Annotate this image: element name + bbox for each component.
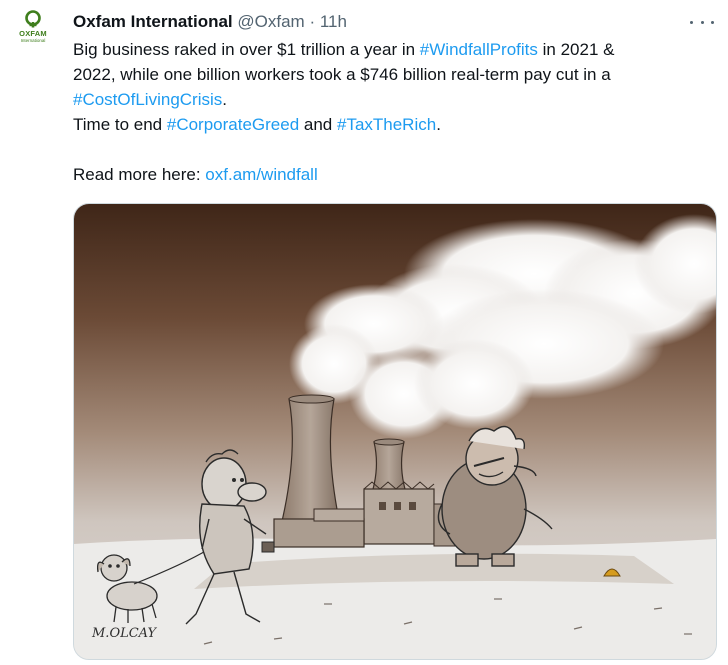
avatar[interactable]: OXFAM International [10, 10, 56, 56]
tweet-line-2: 2022, while one billion workers took a $… [73, 65, 611, 84]
tweet-image[interactable]: M.OLCAY [73, 203, 717, 660]
hashtag-corporategreed[interactable]: #CorporateGreed [167, 115, 299, 134]
timestamp[interactable]: 11h [320, 12, 347, 31]
tweet[interactable]: OXFAM International Oxfam International … [0, 0, 728, 665]
text-segment: in 2021 & [537, 40, 615, 59]
oxfam-logo-icon [25, 10, 41, 28]
separator-dot: · [309, 12, 316, 31]
avatar-wordmark: OXFAM [19, 29, 47, 38]
text-segment: Time to end [73, 115, 167, 134]
hashtag-costoflivingcrisis[interactable]: #CostOfLivingCrisis [73, 90, 222, 109]
more-options-icon[interactable] [690, 14, 714, 30]
cartoon-illustration [74, 204, 716, 659]
tweet-line-5: Read more here: oxf.am/windfall [73, 162, 713, 187]
avatar-subtitle: International [20, 38, 46, 43]
hashtag-windfallprofits[interactable]: #WindfallProfits [420, 40, 538, 59]
author-name[interactable]: Oxfam International [73, 12, 233, 31]
text-segment: Big business raked in over $1 trillion a… [73, 40, 420, 59]
artist-signature: M.OLCAY [92, 626, 157, 641]
text-segment: Read more here: [73, 165, 206, 184]
hashtag-taxtherich[interactable]: #TaxTheRich [337, 115, 436, 134]
text-segment: . [436, 115, 441, 134]
text-segment: . [222, 90, 227, 109]
tweet-line-1: Big business raked in over $1 trillion a… [73, 37, 713, 62]
tweet-line-4: Time to end #CorporateGreed and #TaxTheR… [73, 112, 713, 137]
text-segment: and [299, 115, 337, 134]
author-handle[interactable]: @Oxfam [237, 12, 304, 31]
tweet-header: Oxfam International @Oxfam · 11h [73, 11, 688, 33]
tweet-line-3: #CostOfLivingCrisis. [73, 87, 713, 112]
tweet-text: Big business raked in over $1 trillion a… [73, 37, 713, 187]
link-oxfam-windfall[interactable]: oxf.am/windfall [205, 165, 317, 184]
